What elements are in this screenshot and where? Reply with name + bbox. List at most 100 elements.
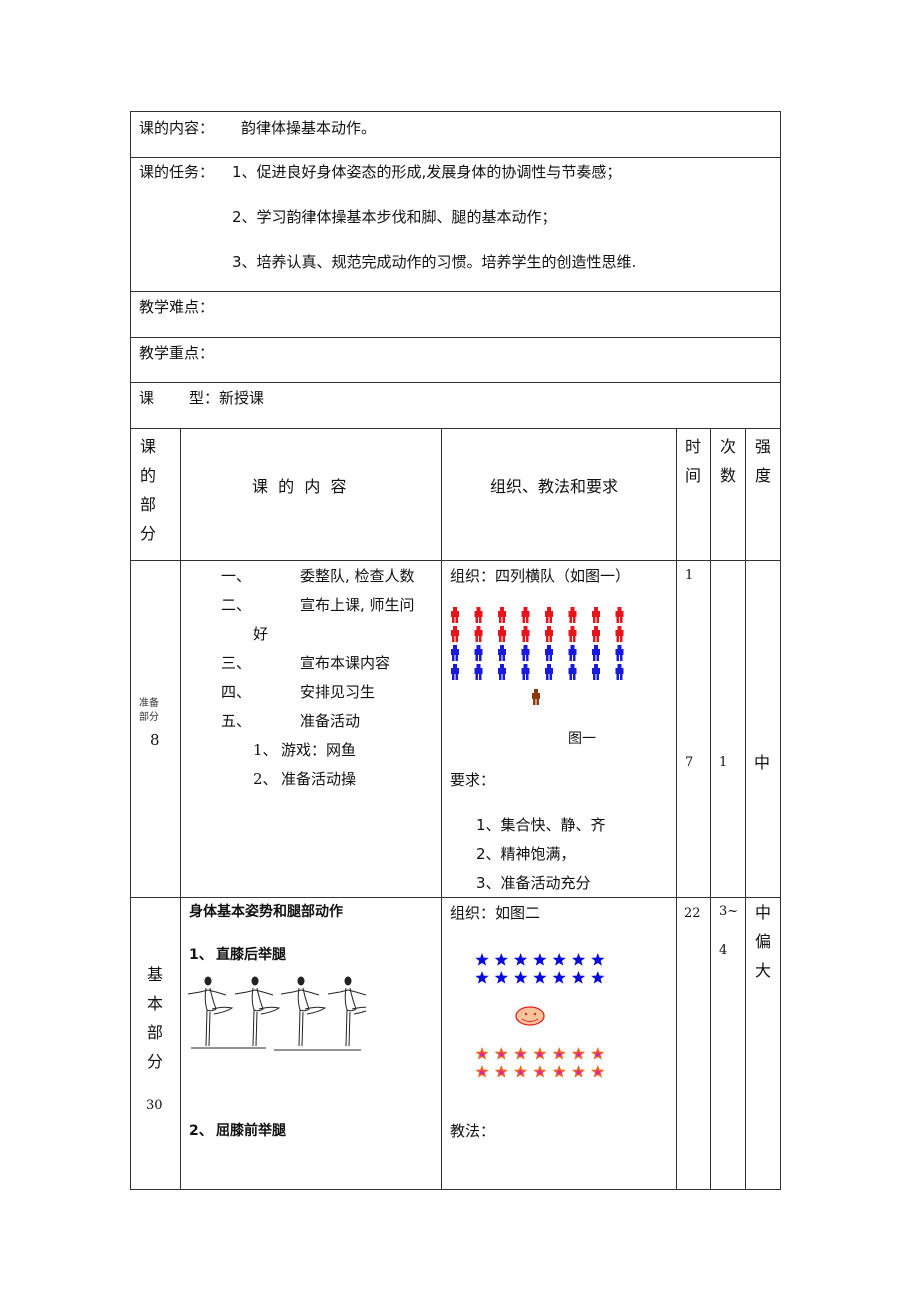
star-center [499,1052,504,1057]
header-time: 时 间 [683,432,703,490]
student-icon [474,664,483,680]
student-icon [545,607,553,623]
header-char: 部 [139,495,156,514]
part-char: 分 [146,1052,163,1071]
table-border [130,337,781,338]
header-count: 次 数 [718,432,738,490]
table-border [130,111,131,1190]
intensity-value: 中 偏 大 [753,898,773,985]
student-icon [474,626,483,642]
sub-num: 1、 [253,741,278,759]
content-text: 委整队, 检查人数 [300,567,415,585]
content-text: 直膝后举腿 [216,947,286,963]
table-border [130,111,781,112]
content-value: 韵律体操基本动作。 [241,119,377,137]
table-border [130,1189,781,1190]
lesson-plan-page: 课的内容： 韵律体操基本动作。 课的任务： 1、促进良好身体姿态的形成,发展身体… [0,0,920,1302]
organization-title: 组织：四列横队（如图一） [450,567,631,585]
star-center [595,1052,600,1057]
student-icon [592,607,600,623]
count-value: 1 [719,755,728,770]
student-icon [615,664,624,680]
header-content: 课 的 内 容 [252,477,347,496]
teacher-icon [532,689,540,705]
student-icon [521,607,530,623]
part-minutes: 8 [150,731,160,749]
student-icon [545,645,553,661]
part-char: 部 [146,1023,163,1042]
task-item: 3、培养认真、规范完成动作的习惯。培养学生的创造性思维. [232,253,637,271]
star-center [576,1052,581,1057]
header-char: 的 [139,466,156,485]
blue-star-icon [513,953,528,966]
header-char: 度 [754,466,771,485]
intensity-char: 偏 [754,932,771,951]
content-text: 安排见习生 [300,683,376,701]
student-icon [615,626,624,642]
blue-star-icon [571,971,586,984]
student-icon [498,664,506,680]
star-center [557,1070,562,1075]
time-value: 7 [685,755,694,770]
content-text: 宣布上课, 师生问 [300,596,415,614]
header-part: 课 的 部 分 [138,432,158,548]
star-center [576,1070,581,1075]
requirement-item: 3、准备活动充分 [476,874,591,892]
star-center [518,1070,523,1075]
dancer-figure [187,976,234,1047]
student-icon [451,626,459,642]
content-text: 准备活动 [300,712,361,730]
header-char: 强 [754,437,771,456]
star-center [480,1052,484,1057]
table-border [130,382,781,383]
student-icon [498,607,506,623]
header-organization: 组织、教法和要求 [490,477,619,496]
count-value: 4 [719,943,728,958]
time-value: 22 [684,906,701,921]
table-border [130,291,781,292]
student-icon [615,645,624,661]
content-num: 一、 [221,567,252,585]
dancer-figure [234,976,281,1047]
requirement-item: 2、精神饱满， [476,845,576,863]
dancer-figure [280,976,327,1047]
part-label-line: 准备 [139,698,159,709]
requirements-label: 要求： [450,771,496,789]
content-num: 二、 [221,596,252,614]
student-icon [521,645,530,661]
organization-title: 组织：如图二 [450,904,541,922]
blue-star-icon [494,953,508,966]
part-char: 本 [146,994,163,1013]
star-center [518,1052,523,1057]
leg-raise-illustration [187,976,366,1051]
table-border [676,428,677,1190]
student-icon [568,626,577,642]
count-value: 3~ [719,904,739,919]
time-value: 1 [685,568,694,583]
header-char: 次 [719,437,736,456]
content-text: 好 [253,625,269,643]
part-char: 基 [146,965,163,984]
header-char: 课 [139,437,156,456]
blue-star-icon [475,971,489,984]
table-border [130,897,781,898]
student-icon [545,626,553,642]
student-icon [592,626,600,642]
formation-figure-2 [475,953,605,1078]
blue-star-icon [571,953,586,966]
table-border [180,428,181,1190]
star-center [537,1052,542,1057]
star-center [537,1070,542,1075]
student-icon [498,626,506,642]
content-num: 四、 [221,683,252,701]
content-num: 2、 [189,1123,213,1139]
blue-star-icon [533,971,547,984]
header-intensity: 强 度 [753,432,773,490]
header-char: 时 [684,437,701,456]
blue-star-icon [552,971,566,984]
task-item: 2、学习韵律体操基本步伐和脚、腿的基本动作； [232,208,557,226]
sub-num: 2、 [253,770,278,788]
table-border [710,428,711,1190]
star-center [557,1052,562,1057]
student-icon [451,664,459,680]
